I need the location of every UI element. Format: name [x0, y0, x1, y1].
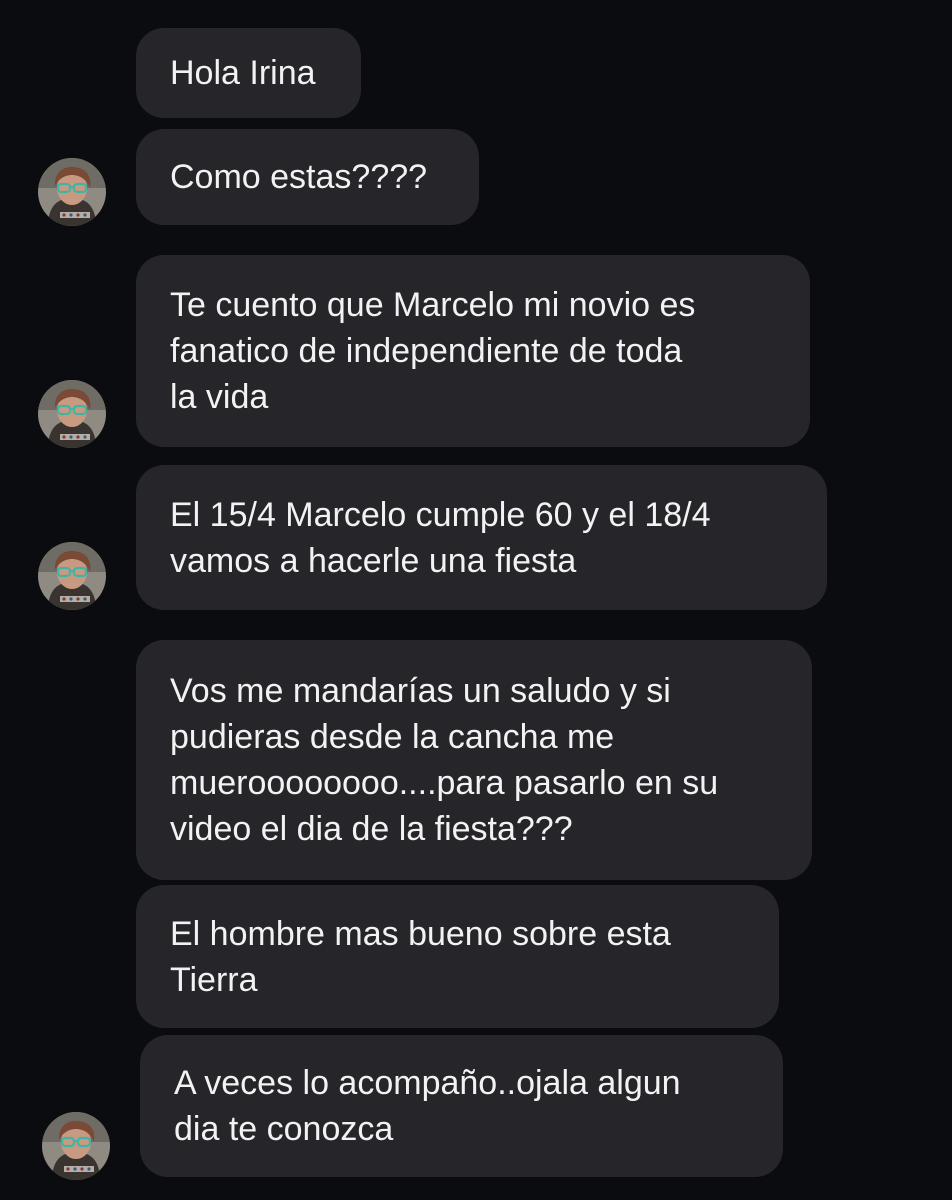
message-bubble[interactable]: A veces lo acompaño..ojala algun dia te …: [140, 1035, 783, 1177]
message-bubble[interactable]: El hombre mas bueno sobre esta Tierra: [136, 885, 779, 1028]
message-bubble[interactable]: Te cuento que Marcelo mi novio es fanati…: [136, 255, 810, 447]
sender-avatar-icon[interactable]: [42, 1112, 110, 1180]
message-bubble[interactable]: Vos me mandarías un saludo y si pudieras…: [136, 640, 812, 880]
message-bubble[interactable]: Como estas????: [136, 129, 479, 225]
sender-avatar-icon[interactable]: [38, 380, 106, 448]
sender-avatar-icon[interactable]: [38, 158, 106, 226]
message-bubble[interactable]: Hola Irina: [136, 28, 361, 118]
sender-avatar-icon[interactable]: [38, 542, 106, 610]
message-bubble[interactable]: El 15/4 Marcelo cumple 60 y el 18/4 vamo…: [136, 465, 827, 610]
